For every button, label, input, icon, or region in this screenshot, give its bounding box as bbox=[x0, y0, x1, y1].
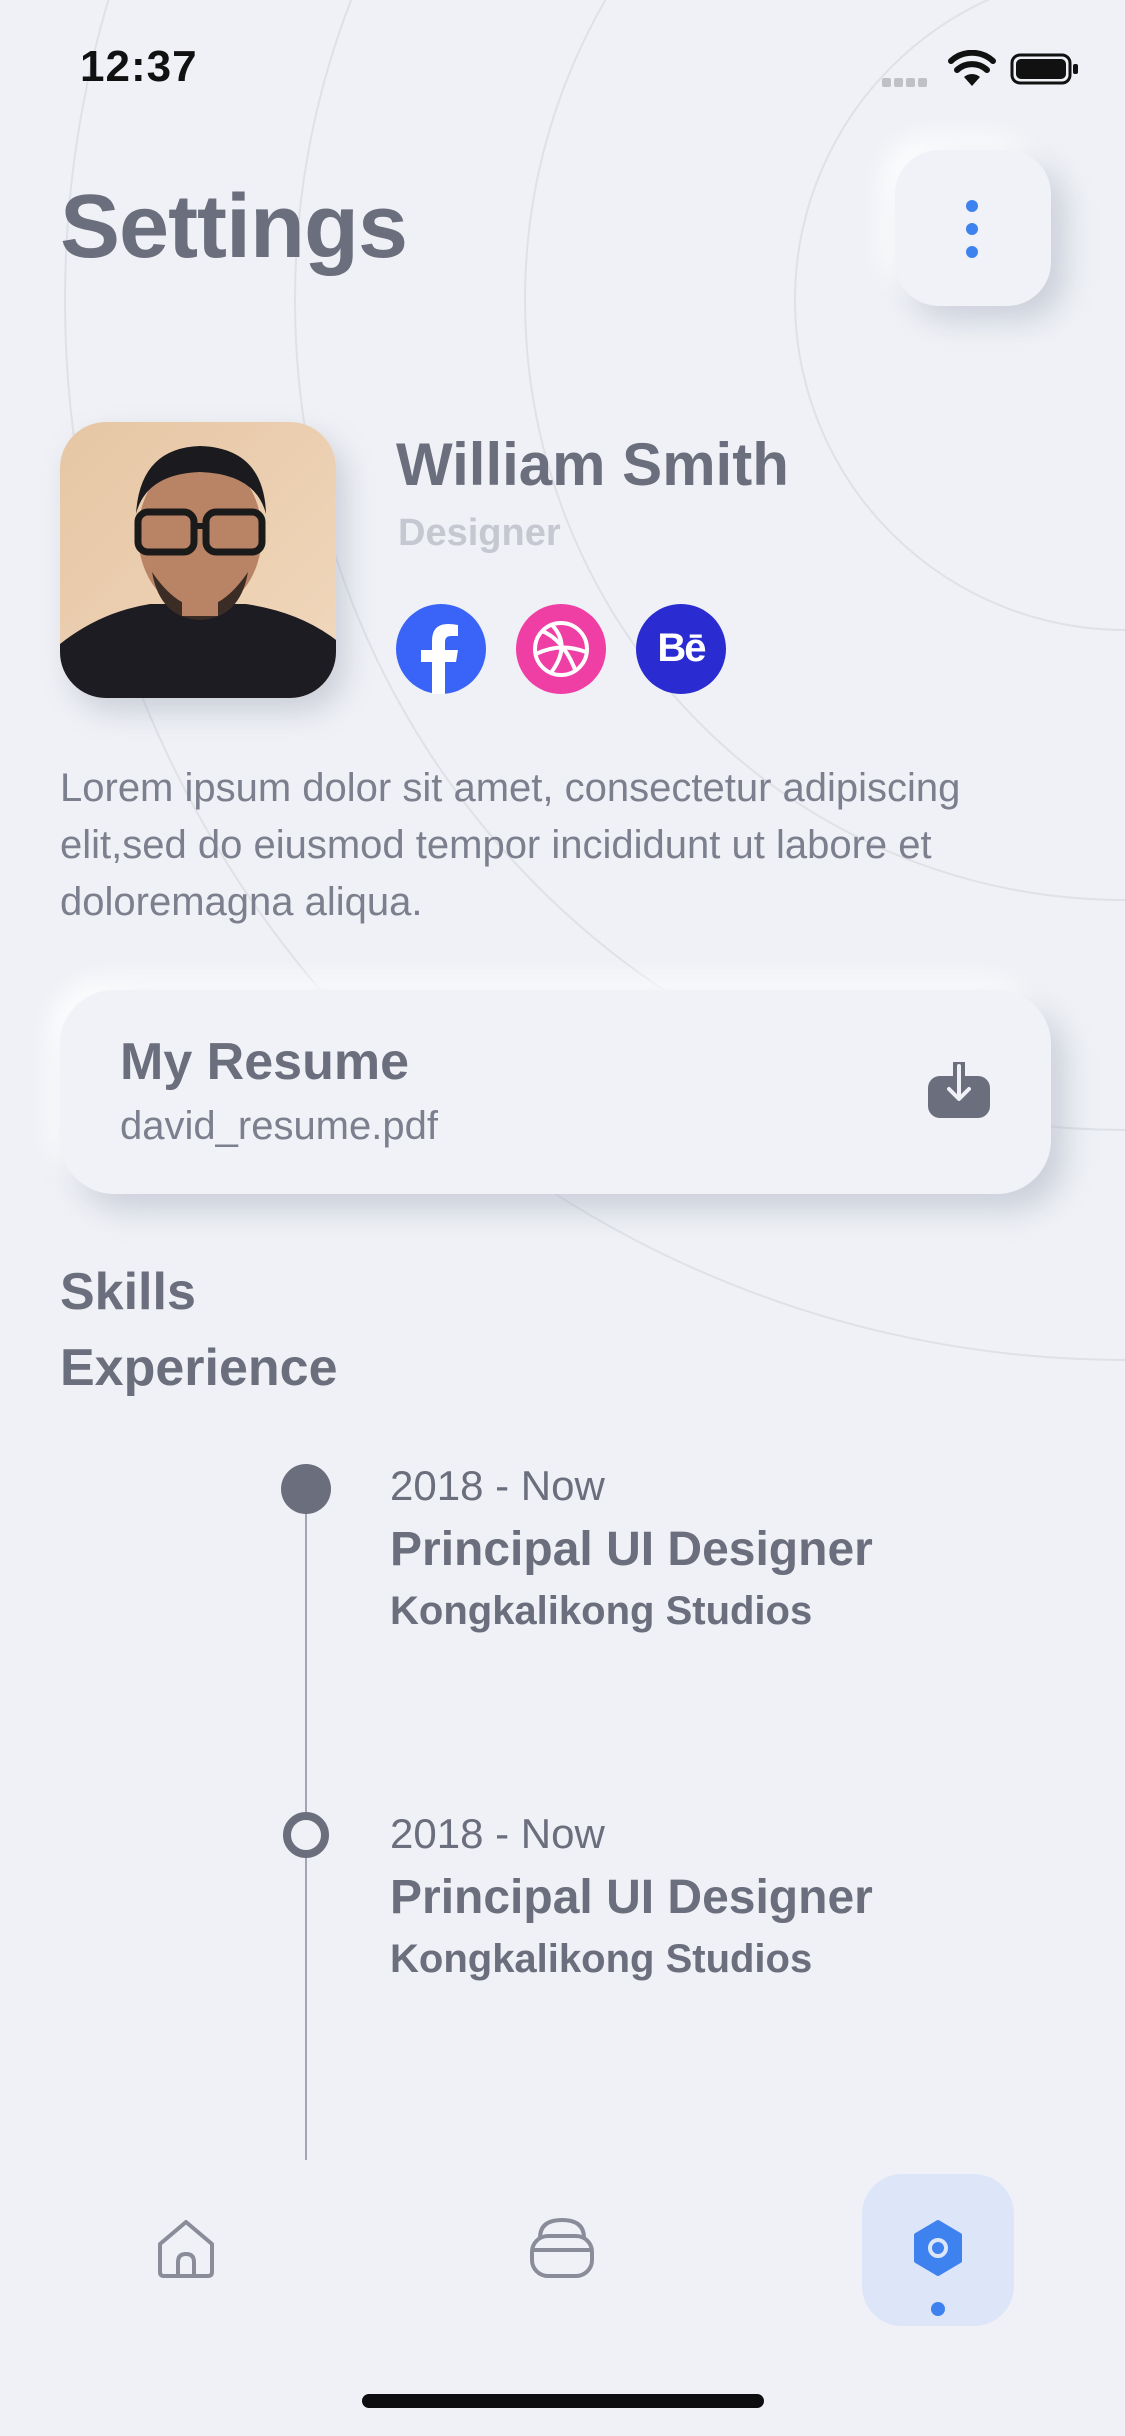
experience-title: Principal UI Designer bbox=[390, 1523, 873, 1576]
nav-settings-button[interactable] bbox=[862, 2174, 1014, 2326]
experience-company: Kongkalikong Studios bbox=[390, 1589, 813, 1633]
status-time: 12:37 bbox=[80, 42, 198, 91]
settings-screen: 12:37 Settings William Smith Designer Bē… bbox=[0, 0, 1125, 2436]
resume-card[interactable]: My Resume david_resume.pdf bbox=[60, 990, 1051, 1194]
background-arcs bbox=[64, 0, 1125, 1361]
cellular-signal-icon bbox=[882, 74, 930, 92]
bag-icon[interactable] bbox=[526, 2214, 598, 2280]
download-icon[interactable] bbox=[928, 1062, 990, 1118]
experience-period: 2018 - Now bbox=[390, 1462, 605, 1509]
experience-item: 2018 - Now Principal UI Designer Kongkal… bbox=[390, 1810, 873, 1982]
settings-icon bbox=[914, 2220, 962, 2276]
experience-heading[interactable]: Experience bbox=[60, 1338, 338, 1398]
profile-name: William Smith bbox=[396, 431, 789, 498]
status-bar: 12:37 bbox=[0, 0, 1125, 140]
resume-title: My Resume bbox=[120, 1033, 409, 1091]
experience-item: 2018 - Now Principal UI Designer Kongkal… bbox=[390, 1462, 873, 1634]
behance-icon: Bē bbox=[657, 626, 706, 670]
profile-role: Designer bbox=[398, 512, 561, 554]
skills-heading[interactable]: Skills bbox=[60, 1262, 196, 1322]
timeline-dot-active bbox=[281, 1464, 331, 1514]
experience-company: Kongkalikong Studios bbox=[390, 1937, 813, 1981]
resume-filename: david_resume.pdf bbox=[120, 1104, 438, 1148]
experience-period: 2018 - Now bbox=[390, 1810, 605, 1857]
avatar[interactable] bbox=[60, 422, 336, 698]
experience-title: Principal UI Designer bbox=[390, 1871, 873, 1924]
more-vertical-icon bbox=[963, 200, 981, 258]
active-indicator-dot bbox=[931, 2302, 945, 2316]
battery-icon bbox=[1010, 53, 1078, 85]
facebook-button[interactable] bbox=[396, 604, 486, 694]
dribbble-button[interactable] bbox=[516, 604, 606, 694]
dribbble-icon bbox=[533, 621, 589, 677]
timeline-dot bbox=[283, 1812, 329, 1858]
home-icon[interactable] bbox=[152, 2214, 220, 2282]
home-indicator[interactable] bbox=[362, 2394, 764, 2408]
facebook-icon bbox=[421, 624, 458, 694]
avatar-image bbox=[60, 422, 336, 698]
behance-button[interactable]: Bē bbox=[636, 604, 726, 694]
page-title: Settings bbox=[60, 177, 408, 277]
profile-bio: Lorem ipsum dolor sit amet, consectetur … bbox=[60, 766, 961, 924]
more-options-button[interactable] bbox=[895, 150, 1051, 306]
wifi-icon bbox=[948, 50, 996, 86]
